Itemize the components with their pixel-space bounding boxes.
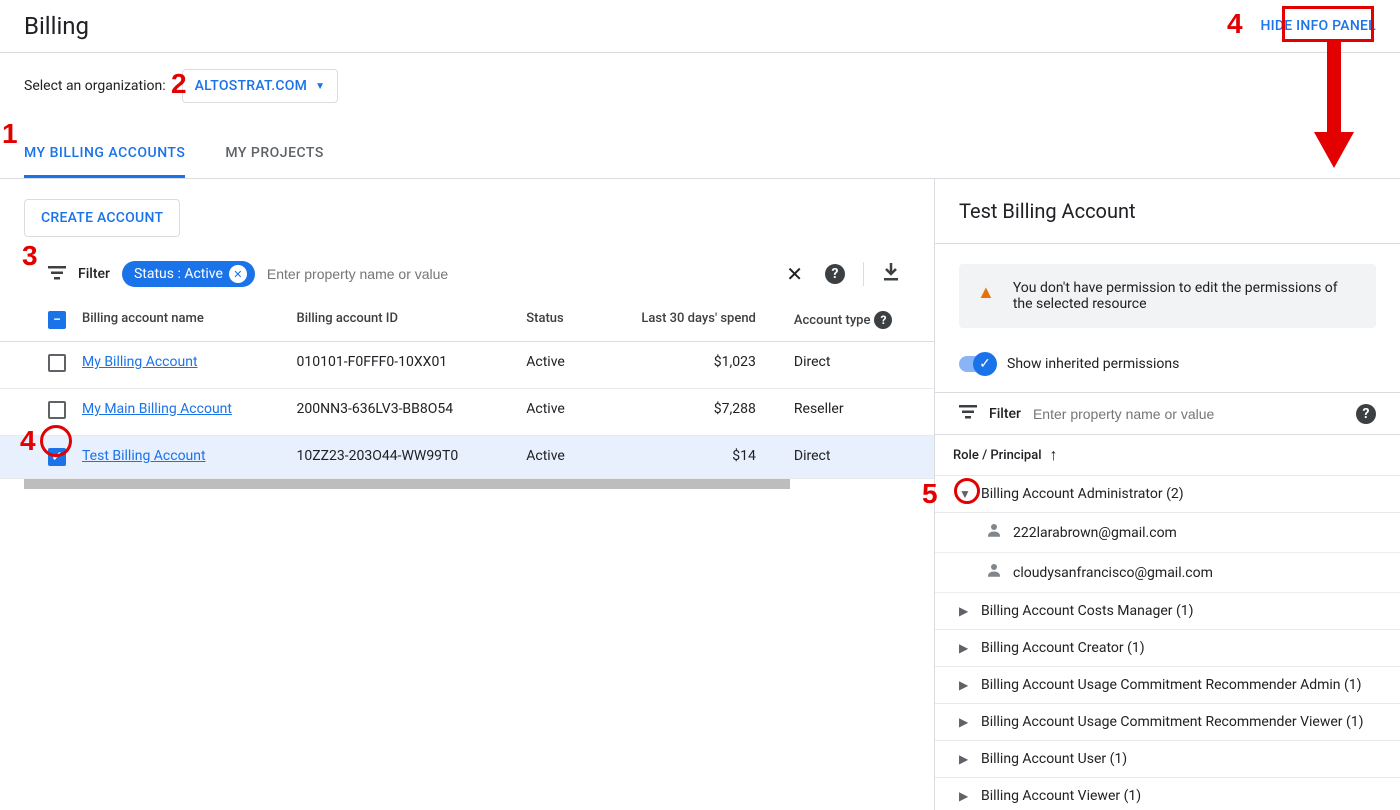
cell-type: Direct	[786, 342, 934, 389]
role-row[interactable]: ▶ Billing Account Costs Manager (1)	[935, 593, 1400, 630]
principal-row[interactable]: cloudysanfrancisco@gmail.com	[935, 553, 1400, 593]
role-name: Billing Account Usage Commitment Recomme…	[981, 714, 1364, 730]
col-name[interactable]: Billing account name	[74, 299, 289, 342]
billing-account-link[interactable]: Test Billing Account	[82, 448, 206, 464]
anno-5: 5	[922, 478, 938, 510]
chevron-right-icon: ▶	[959, 678, 971, 692]
role-name: Billing Account User (1)	[981, 751, 1127, 767]
col-id[interactable]: Billing account ID	[289, 299, 519, 342]
warning-icon: ▲	[977, 282, 995, 303]
role-row[interactable]: ▶ Billing Account Viewer (1)	[935, 778, 1400, 810]
tab-my-projects[interactable]: MY PROJECTS	[225, 131, 324, 178]
chevron-down-icon: ▼	[315, 81, 325, 92]
tab-my-billing-accounts[interactable]: MY BILLING ACCOUNTS	[24, 131, 185, 178]
cell-type: Direct	[786, 436, 934, 479]
role-row[interactable]: ▼Billing Account Administrator (2)	[935, 476, 1400, 513]
anno-4b: 4	[1227, 8, 1243, 40]
role-header[interactable]: Role / Principal ↑	[935, 435, 1400, 476]
cell-status: Active	[518, 389, 589, 436]
anno-1: 1	[2, 118, 18, 150]
permission-warning: ▲ You don't have permission to edit the …	[959, 264, 1376, 328]
anno-4a: 4	[20, 425, 36, 457]
divider	[863, 262, 864, 286]
sort-asc-icon: ↑	[1050, 445, 1058, 465]
role-row[interactable]: ▶ Billing Account Creator (1)	[935, 630, 1400, 667]
row-checkbox[interactable]	[48, 354, 66, 372]
role-row[interactable]: ▶ Billing Account Usage Commitment Recomm…	[935, 704, 1400, 741]
role-row[interactable]: ▶ Billing Account User (1)	[935, 741, 1400, 778]
anno-4b-box	[1282, 6, 1374, 42]
billing-accounts-table: − Billing account name Billing account I…	[0, 299, 934, 479]
info-panel-title: Test Billing Account	[935, 179, 1400, 244]
cell-account-id: 200NN3-636LV3-BB8O54	[289, 389, 519, 436]
principal-email: 222larabrown@gmail.com	[1013, 525, 1177, 541]
person-icon	[985, 561, 1003, 584]
chevron-right-icon: ▶	[959, 789, 971, 803]
toggle-thumb-icon: ✓	[973, 352, 997, 376]
cell-spend: $14	[589, 436, 786, 479]
chevron-right-icon: ▶	[959, 752, 971, 766]
filter-label: Filter	[78, 266, 110, 282]
chevron-right-icon: ▶	[959, 715, 971, 729]
warning-text: You don't have permission to edit the pe…	[1013, 280, 1358, 312]
role-name: Billing Account Viewer (1)	[981, 788, 1141, 804]
page-title: Billing	[24, 12, 89, 40]
anno-2: 2	[171, 68, 187, 100]
table-row[interactable]: My Main Billing Account 200NN3-636LV3-BB8…	[0, 389, 934, 436]
col-type[interactable]: Account type?	[786, 299, 934, 342]
cell-status: Active	[518, 436, 589, 479]
person-icon	[985, 521, 1003, 544]
anno-3: 3	[22, 240, 38, 272]
billing-account-link[interactable]: My Billing Account	[82, 354, 198, 370]
row-checkbox[interactable]	[48, 401, 66, 419]
filter-input[interactable]	[267, 266, 774, 282]
chevron-right-icon: ▶	[959, 604, 971, 618]
chip-remove-icon[interactable]: ✕	[229, 265, 247, 283]
anno-5-circle	[954, 478, 980, 504]
cell-type: Reseller	[786, 389, 934, 436]
help-icon[interactable]: ?	[1356, 404, 1376, 424]
col-status[interactable]: Status	[518, 299, 589, 342]
filter-chip-status-active[interactable]: Status : Active ✕	[122, 261, 255, 287]
org-label: Select an organization:	[24, 78, 166, 94]
cell-spend: $7,288	[589, 389, 786, 436]
chevron-right-icon: ▶	[959, 641, 971, 655]
billing-account-link[interactable]: My Main Billing Account	[82, 401, 232, 417]
principal-row[interactable]: 222larabrown@gmail.com	[935, 513, 1400, 553]
filter-icon	[959, 403, 977, 424]
cell-spend: $1,023	[589, 342, 786, 389]
principal-email: cloudysanfrancisco@gmail.com	[1013, 565, 1213, 581]
help-icon[interactable]: ?	[874, 311, 892, 329]
role-name: Billing Account Creator (1)	[981, 640, 1145, 656]
table-row[interactable]: My Billing Account 010101-F0FFF0-10XX01Ac…	[0, 342, 934, 389]
filter-icon	[48, 264, 66, 285]
anno-4a-circle	[40, 425, 72, 457]
role-filter-input[interactable]	[1033, 406, 1340, 422]
org-selected-value: ALTOSTRAT.COM	[195, 78, 307, 94]
show-inherited-toggle[interactable]: ✓	[959, 356, 995, 372]
org-selector[interactable]: ALTOSTRAT.COM ▼	[182, 69, 339, 103]
role-name: Billing Account Administrator (2)	[981, 486, 1184, 502]
filter-label: Filter	[989, 406, 1021, 422]
col-spend[interactable]: Last 30 days' spend	[589, 299, 786, 342]
role-row[interactable]: ▶ Billing Account Usage Commitment Recomm…	[935, 667, 1400, 704]
role-name: Billing Account Costs Manager (1)	[981, 603, 1194, 619]
cell-account-id: 10ZZ23-203O44-WW99T0	[289, 436, 519, 479]
filter-chip-label: Status : Active	[134, 266, 223, 282]
role-name: Billing Account Usage Commitment Recomme…	[981, 677, 1362, 693]
download-icon[interactable]	[882, 262, 900, 286]
cell-account-id: 010101-F0FFF0-10XX01	[289, 342, 519, 389]
create-account-button[interactable]: CREATE ACCOUNT	[24, 199, 180, 237]
table-row[interactable]: ✓Test Billing Account10ZZ23-203O44-WW99T…	[0, 436, 934, 479]
clear-filter-icon[interactable]: ✕	[786, 262, 803, 286]
horizontal-scrollbar[interactable]	[24, 479, 790, 489]
cell-status: Active	[518, 342, 589, 389]
toggle-label: Show inherited permissions	[1007, 356, 1179, 372]
help-icon[interactable]: ?	[825, 264, 845, 284]
select-all-checkbox[interactable]: −	[48, 311, 66, 329]
anno-4b-arrow	[1314, 40, 1354, 170]
